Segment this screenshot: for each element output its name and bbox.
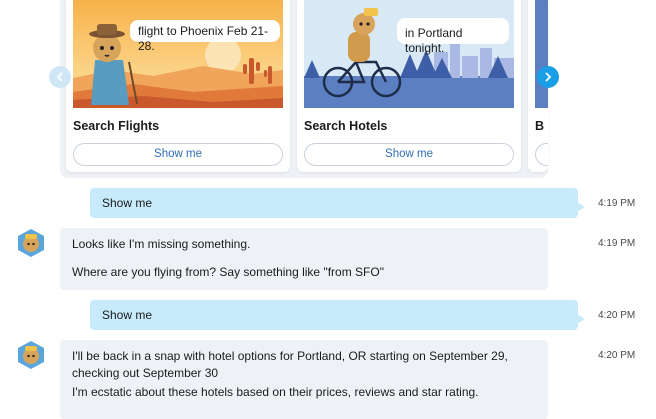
carousel-prev-button[interactable]: [49, 66, 71, 88]
partial-card-illustration: [535, 0, 548, 108]
message-line: Where are you flying from? Say something…: [72, 265, 384, 279]
card-title-hotels: Search Hotels: [304, 119, 388, 133]
message-row: Show me 4:19 PM: [0, 188, 656, 218]
show-me-flights-button[interactable]: Show me: [73, 143, 283, 166]
user-message-bubble: Show me: [90, 188, 585, 218]
chevron-left-icon: [56, 72, 63, 82]
message-text: Show me: [102, 308, 153, 322]
bot-avatar: [16, 340, 46, 370]
flights-illustration: [73, 0, 283, 108]
message-text: Show me: [102, 196, 153, 210]
message-timestamp: 4:19 PM: [598, 198, 636, 209]
bot-message-bubble: I'll be back in a snap with hotel option…: [60, 340, 548, 419]
message-line: Looks like I'm missing something.: [72, 237, 251, 251]
message-row: I'll be back in a snap with hotel option…: [0, 340, 656, 419]
message-line: I'll be back in a snap with hotel option…: [72, 349, 508, 380]
bot-message-bubble: Looks like I'm missing something. Where …: [60, 228, 548, 290]
message-row: Looks like I'm missing something. Where …: [0, 228, 656, 290]
card-title-partial: B: [535, 119, 545, 133]
message-timestamp: 4:20 PM: [598, 350, 636, 361]
card-title-flights: Search Flights: [73, 119, 160, 133]
bot-avatar: [16, 228, 46, 258]
message-line: I'm ecstatic about these hotels based on…: [72, 385, 479, 399]
flights-speech-bubble: flight to Phoenix Feb 21-28.: [130, 20, 280, 53]
show-me-partial-button[interactable]: [535, 143, 548, 166]
message-row: Show me 4:20 PM: [0, 300, 656, 330]
card-search-hotels: in Portland tonight. Search Hotels Show …: [297, 0, 521, 172]
hotels-speech-bubble: in Portland tonight.: [397, 18, 509, 55]
user-message-bubble: Show me: [90, 300, 585, 330]
card-search-flights: flight to Phoenix Feb 21-28. Search Flig…: [66, 0, 290, 172]
show-me-hotels-button[interactable]: Show me: [304, 143, 514, 166]
carousel-next-button[interactable]: [537, 66, 559, 88]
chevron-right-icon: [545, 72, 552, 82]
message-timestamp: 4:20 PM: [598, 310, 636, 321]
message-timestamp: 4:19 PM: [598, 238, 636, 249]
